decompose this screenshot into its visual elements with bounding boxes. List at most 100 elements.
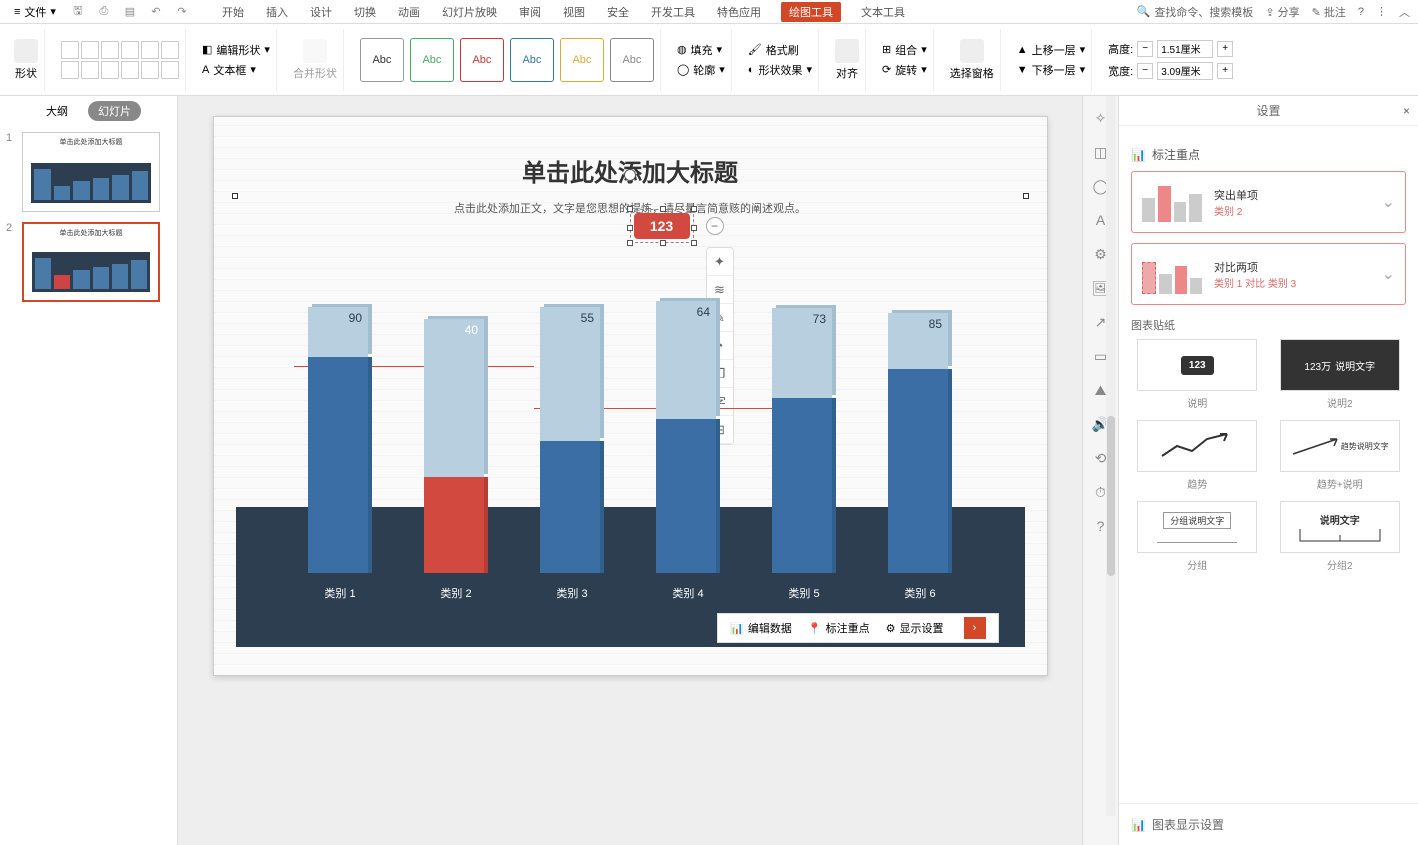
- slides-tab[interactable]: 幻灯片: [88, 101, 141, 121]
- shape-group: 形状: [8, 29, 45, 91]
- shape-label: 形状: [15, 65, 37, 81]
- vertical-scrollbar[interactable]: [1106, 96, 1116, 816]
- tab-special[interactable]: 特色应用: [715, 2, 763, 22]
- outline-tab[interactable]: 大纲: [36, 101, 78, 121]
- sticker-explain2[interactable]: 123万 说明文字说明2: [1274, 339, 1407, 410]
- width-minus[interactable]: −: [1137, 63, 1153, 79]
- thumb-num-2: 2: [6, 222, 16, 302]
- tab-animation[interactable]: 动画: [396, 2, 422, 22]
- shape-button[interactable]: 形状: [14, 39, 38, 81]
- canvas-area[interactable]: 单击此处添加大标题 点击此处添加正文，文字是您思想的提炼，请尽量言简意赅的阐述观…: [178, 96, 1082, 845]
- thumb-preview-1[interactable]: 单击此处添加大标题: [22, 132, 160, 212]
- sticker-trend[interactable]: 趋势: [1131, 420, 1264, 491]
- layer-group: ▲ 上移一层 ▾ ▼ 下移一层 ▾: [1011, 29, 1092, 91]
- outline-button[interactable]: ◯ 轮廓 ▾: [677, 62, 725, 78]
- style-4[interactable]: Abc: [510, 38, 554, 82]
- align-button[interactable]: 对齐: [835, 39, 859, 81]
- tab-drawing[interactable]: 绘图工具: [781, 2, 841, 22]
- bar-5[interactable]: 73: [772, 308, 836, 573]
- mark-button[interactable]: 📍 标注重点: [808, 620, 870, 636]
- callout-selection: [630, 209, 694, 243]
- bar-1[interactable]: 90: [308, 307, 372, 573]
- close-settings-button[interactable]: ×: [1403, 104, 1410, 118]
- remove-callout-button[interactable]: −: [706, 217, 724, 235]
- thumb-preview-2[interactable]: 单击此处添加大标题: [22, 222, 160, 302]
- settings-body: 📊 标注重点 突出单项类别 2 ⌄ 对比两项类别 1 对比 类别 3 ⌄ 图表贴…: [1119, 126, 1418, 803]
- search-command[interactable]: 🔍 查找命令、搜索模板: [1137, 4, 1254, 20]
- comment-button[interactable]: ✎ 批注: [1312, 4, 1346, 20]
- format-brush-button[interactable]: 🖌 格式刷: [748, 42, 799, 58]
- help-icon[interactable]: ?: [1358, 6, 1364, 18]
- sticker-explain[interactable]: 123说明: [1131, 339, 1264, 410]
- tab-text[interactable]: 文本工具: [859, 2, 907, 22]
- style-3[interactable]: Abc: [460, 38, 504, 82]
- format-brush-group: 🖌 格式刷 ◐ 形状效果 ▾: [742, 29, 819, 91]
- tab-start[interactable]: 开始: [220, 2, 246, 22]
- print-icon[interactable]: ⎙: [96, 4, 112, 20]
- chart-display-settings[interactable]: 📊 图表显示设置: [1119, 803, 1418, 845]
- bar-4[interactable]: 64: [656, 301, 720, 573]
- sticker-group[interactable]: 分组说明文字分组: [1131, 501, 1264, 572]
- bar-6[interactable]: 85: [888, 313, 952, 573]
- top-right: 🔍 查找命令、搜索模板 ⇪ 分享 ✎ 批注 ? ⋮ ︿: [1137, 4, 1410, 20]
- edit-data-button[interactable]: 📊 编辑数据: [730, 620, 792, 636]
- height-plus[interactable]: +: [1217, 41, 1233, 57]
- highlight-compare-card[interactable]: 对比两项类别 1 对比 类别 3 ⌄: [1131, 243, 1406, 305]
- tab-transition[interactable]: 切换: [352, 2, 378, 22]
- tab-slideshow[interactable]: 幻灯片放映: [440, 2, 499, 22]
- bar-2[interactable]: 40: [424, 319, 488, 573]
- more-icon[interactable]: ⋮: [1376, 5, 1387, 18]
- edit-shape-button[interactable]: ◧ 编辑形状 ▾: [202, 42, 270, 58]
- redo-icon[interactable]: ↷: [174, 4, 190, 20]
- bar-3[interactable]: 55: [540, 307, 604, 573]
- undo-icon[interactable]: ↶: [148, 4, 164, 20]
- selection-pane-button[interactable]: 选择窗格: [950, 39, 994, 81]
- rotate-button[interactable]: ⟳ 旋转 ▾: [882, 62, 927, 78]
- tab-dev[interactable]: 开发工具: [649, 2, 697, 22]
- save-icon[interactable]: 🖫: [70, 4, 86, 20]
- sticker-group2[interactable]: 说明文字分组2: [1274, 501, 1407, 572]
- sticker-section-title: 图表贴纸: [1131, 317, 1406, 333]
- group-button[interactable]: ⊞ 组合 ▾: [882, 42, 927, 58]
- highlight-single-card[interactable]: 突出单项类别 2 ⌄: [1131, 171, 1406, 233]
- shape-palette-group: [55, 29, 186, 91]
- sticker-trend-explain[interactable]: 趋势说明文字趋势+说明: [1274, 420, 1407, 491]
- chart[interactable]: 40 35 90 40 55 64 73 85 类别 1 类别 2 类别 3 类…: [236, 257, 1025, 647]
- style-group: Abc Abc Abc Abc Abc Abc: [354, 29, 661, 91]
- style-2[interactable]: Abc: [410, 38, 454, 82]
- shape-effect-button[interactable]: ◐ 形状效果 ▾: [748, 62, 812, 78]
- combine-button[interactable]: 合并形状: [293, 39, 337, 81]
- height-minus[interactable]: −: [1137, 41, 1153, 57]
- chart-next-button[interactable]: ›: [964, 617, 986, 639]
- tab-design[interactable]: 设计: [308, 2, 334, 22]
- move-down-button[interactable]: ▼ 下移一层 ▾: [1017, 62, 1085, 78]
- scrollbar-thumb[interactable]: [1107, 416, 1115, 576]
- settings-title: 设置: [1256, 102, 1280, 119]
- slide[interactable]: 单击此处添加大标题 点击此处添加正文，文字是您思想的提炼，请尽量言简意赅的阐述观…: [213, 116, 1048, 676]
- combine-group: 合并形状: [287, 29, 344, 91]
- tab-insert[interactable]: 插入: [264, 2, 290, 22]
- thumb-1[interactable]: 1 单击此处添加大标题: [6, 132, 171, 212]
- preview-icon[interactable]: ▤: [122, 4, 138, 20]
- tab-review[interactable]: 审阅: [517, 2, 543, 22]
- rotate-handle[interactable]: [624, 169, 636, 181]
- collapse-icon[interactable]: ︿: [1399, 4, 1410, 20]
- tab-view[interactable]: 视图: [561, 2, 587, 22]
- width-input[interactable]: [1157, 62, 1213, 80]
- move-up-button[interactable]: ▲ 上移一层 ▾: [1017, 42, 1085, 58]
- style-1[interactable]: Abc: [360, 38, 404, 82]
- share-button[interactable]: ⇪ 分享: [1265, 4, 1299, 20]
- height-input[interactable]: [1157, 40, 1213, 58]
- selection-pane-group: 选择窗格: [944, 29, 1001, 91]
- tab-security[interactable]: 安全: [605, 2, 631, 22]
- fill-button[interactable]: ◍ 填充 ▾: [677, 42, 722, 58]
- shape-palette[interactable]: [61, 41, 179, 79]
- display-button[interactable]: ⚙ 显示设置: [886, 620, 944, 636]
- bars: 90 40 55 64 73 85: [266, 293, 995, 573]
- width-plus[interactable]: +: [1217, 63, 1233, 79]
- textbox-button[interactable]: A 文本框 ▾: [202, 62, 256, 78]
- style-6[interactable]: Abc: [610, 38, 654, 82]
- file-menu[interactable]: ≡ 文件 ▾: [8, 2, 62, 22]
- style-5[interactable]: Abc: [560, 38, 604, 82]
- thumb-2[interactable]: 2 单击此处添加大标题: [6, 222, 171, 302]
